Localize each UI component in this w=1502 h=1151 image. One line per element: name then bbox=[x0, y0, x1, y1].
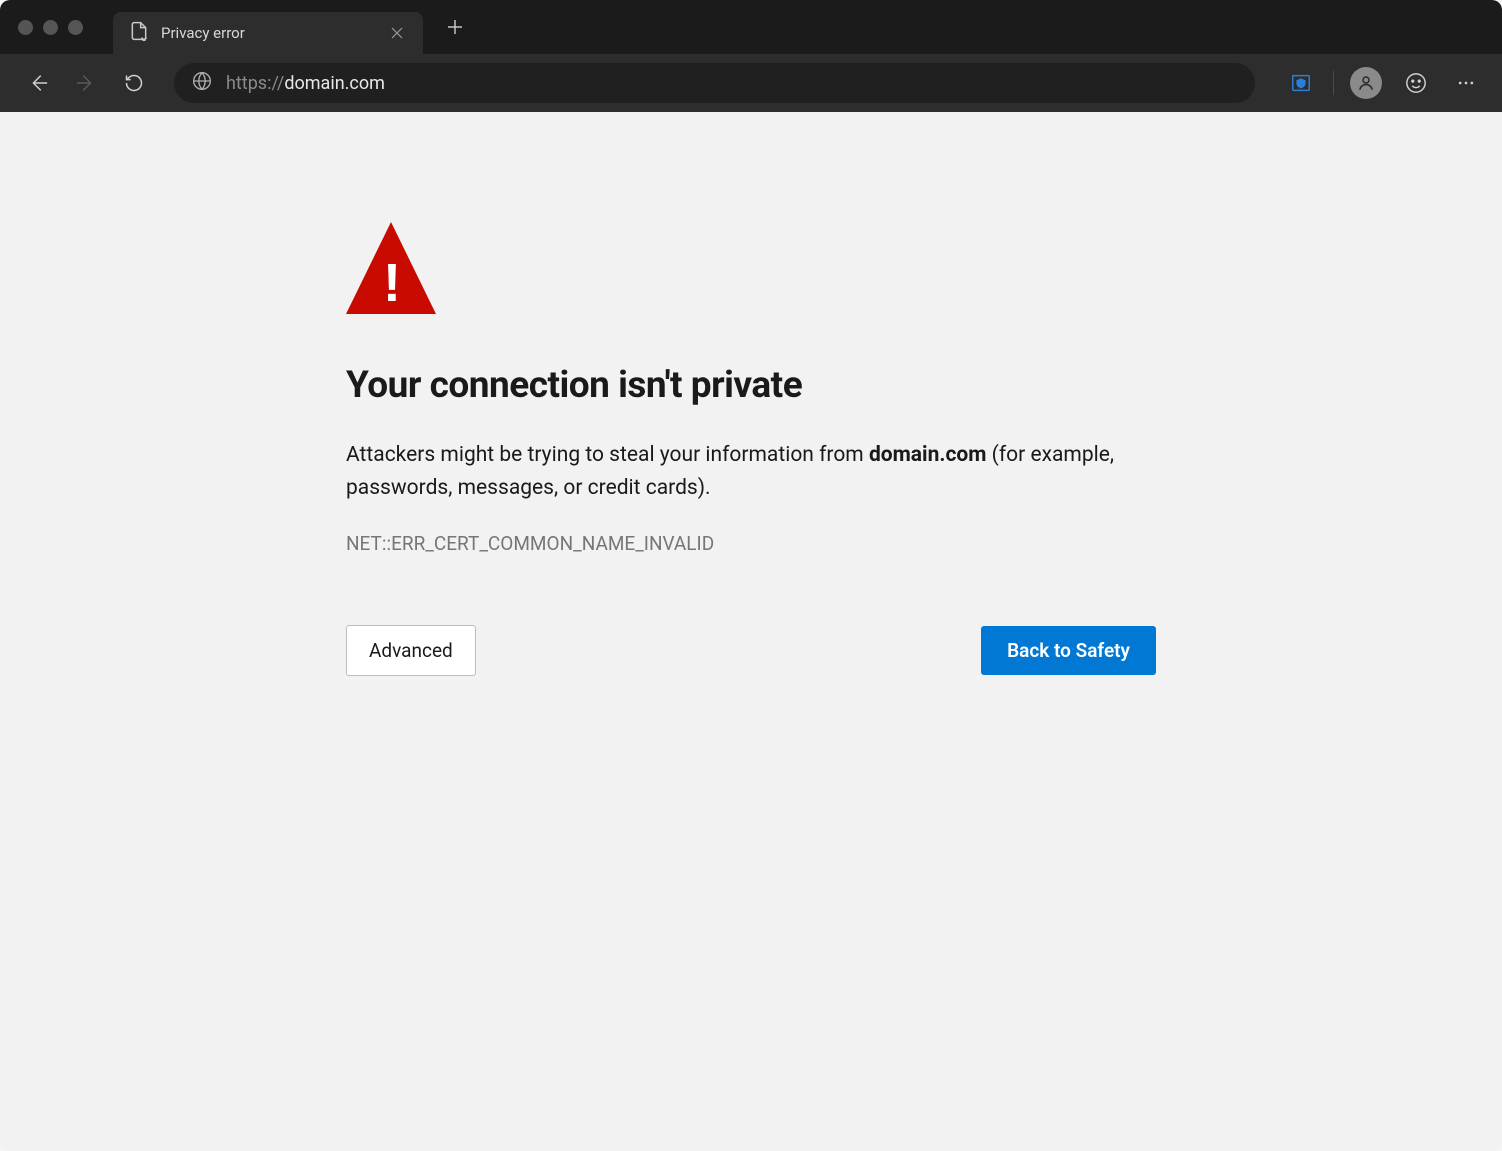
url-domain: domain.com bbox=[284, 73, 385, 94]
tab-title: Privacy error bbox=[161, 24, 375, 42]
maximize-window-button[interactable] bbox=[68, 20, 83, 35]
advanced-button[interactable]: Advanced bbox=[346, 625, 476, 676]
content-area: Your connection isn't private Attackers … bbox=[0, 112, 1502, 1151]
address-bar[interactable]: https://domain.com bbox=[174, 63, 1255, 103]
error-code: NET::ERR_CERT_COMMON_NAME_INVALID bbox=[346, 532, 1156, 555]
warning-triangle-icon bbox=[346, 222, 436, 314]
title-bar: Privacy error bbox=[0, 0, 1502, 54]
close-tab-button[interactable] bbox=[387, 23, 407, 43]
toolbar: https://domain.com bbox=[0, 54, 1502, 112]
settings-menu-button[interactable] bbox=[1448, 65, 1484, 101]
globe-icon bbox=[192, 71, 212, 95]
browser-window: Privacy error bbox=[0, 0, 1502, 1151]
feedback-icon[interactable] bbox=[1398, 65, 1434, 101]
window-controls bbox=[18, 20, 83, 35]
profile-button[interactable] bbox=[1348, 65, 1384, 101]
page-error-icon bbox=[129, 21, 149, 45]
back-button[interactable] bbox=[18, 63, 58, 103]
button-row: Advanced Back to Safety bbox=[346, 625, 1156, 676]
url-text: https://domain.com bbox=[226, 73, 385, 94]
new-tab-button[interactable] bbox=[439, 11, 471, 43]
url-protocol: https:// bbox=[226, 73, 284, 94]
forward-button[interactable] bbox=[66, 63, 106, 103]
error-desc-domain: domain.com bbox=[869, 443, 987, 467]
tracking-prevention-icon[interactable] bbox=[1283, 65, 1319, 101]
back-to-safety-button[interactable]: Back to Safety bbox=[981, 626, 1156, 675]
error-container: Your connection isn't private Attackers … bbox=[346, 222, 1156, 1151]
toolbar-right bbox=[1275, 65, 1484, 101]
browser-tab[interactable]: Privacy error bbox=[113, 12, 423, 54]
close-window-button[interactable] bbox=[18, 20, 33, 35]
error-desc-prefix: Attackers might be trying to steal your … bbox=[346, 443, 869, 467]
refresh-button[interactable] bbox=[114, 63, 154, 103]
toolbar-divider bbox=[1333, 71, 1334, 95]
error-description: Attackers might be trying to steal your … bbox=[346, 439, 1156, 504]
error-heading: Your connection isn't private bbox=[346, 364, 1156, 407]
minimize-window-button[interactable] bbox=[43, 20, 58, 35]
